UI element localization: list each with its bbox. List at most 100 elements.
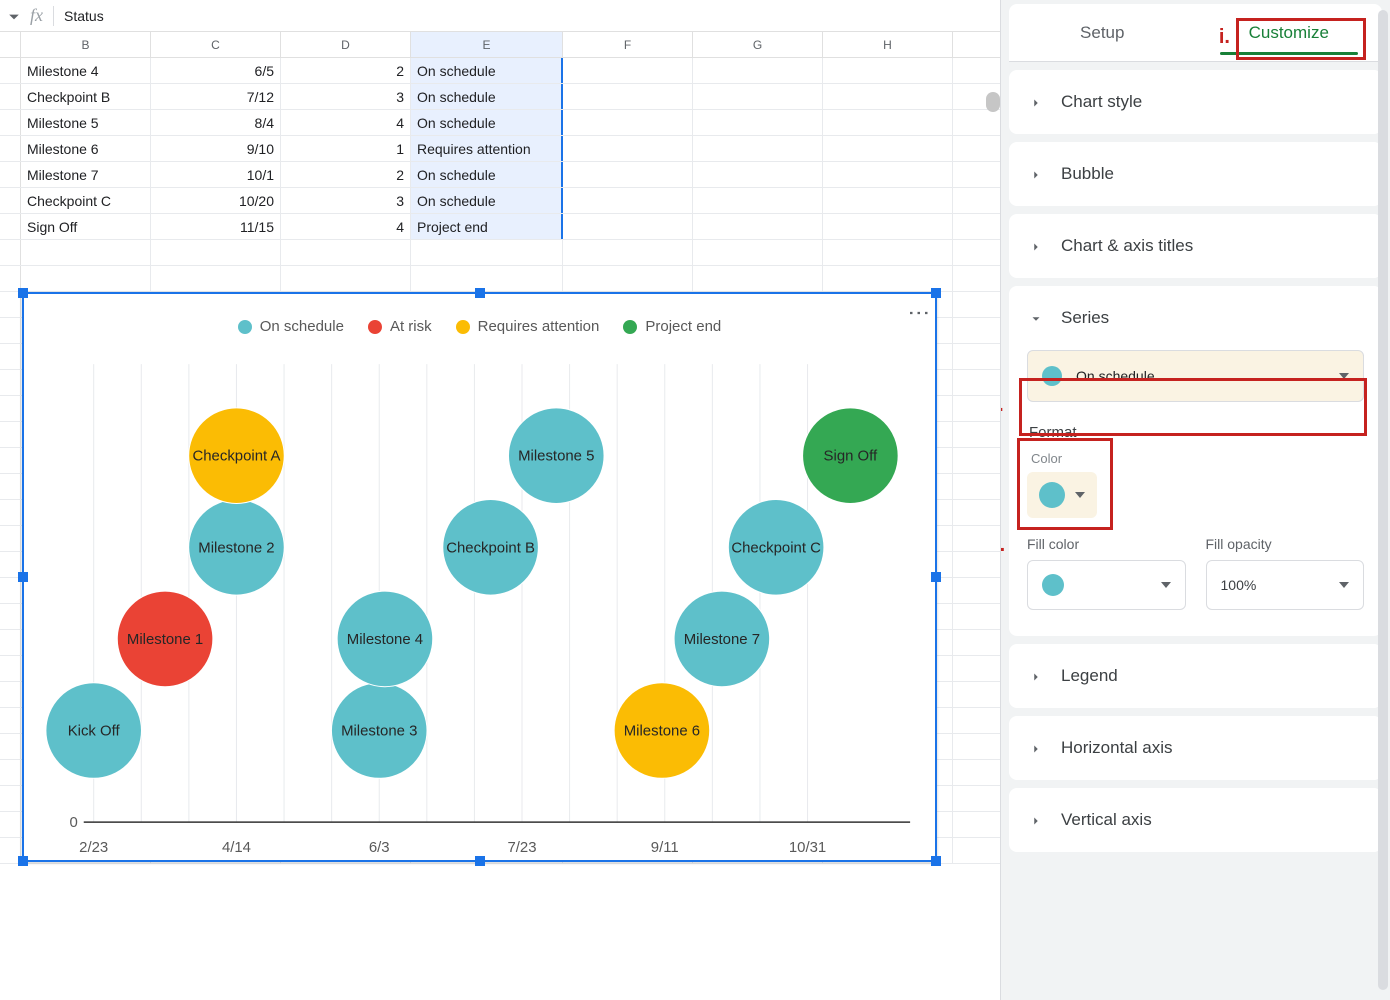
- column-header[interactable]: [0, 32, 21, 57]
- cell[interactable]: [693, 162, 823, 187]
- cell[interactable]: [0, 422, 21, 447]
- resize-handle[interactable]: [18, 288, 28, 298]
- cell[interactable]: Sign Off: [21, 214, 151, 239]
- cell[interactable]: [563, 266, 693, 291]
- column-header[interactable]: B: [21, 32, 151, 57]
- cell[interactable]: [953, 58, 1000, 83]
- cell[interactable]: [953, 708, 1000, 733]
- cell[interactable]: [0, 214, 21, 239]
- table-row[interactable]: Milestone 69/101Requires attention: [0, 136, 1000, 162]
- table-row[interactable]: [0, 266, 1000, 292]
- cell[interactable]: [0, 786, 21, 811]
- cell[interactable]: [953, 292, 1000, 317]
- cell[interactable]: [953, 162, 1000, 187]
- name-box-dropdown-icon[interactable]: [8, 10, 20, 22]
- cell[interactable]: [693, 136, 823, 161]
- spreadsheet-grid[interactable]: BCDEFGH Milestone 46/52On scheduleCheckp…: [0, 32, 1000, 1000]
- series-color-picker[interactable]: [1027, 472, 1097, 518]
- cell[interactable]: 4: [281, 214, 411, 239]
- cell[interactable]: [953, 448, 1000, 473]
- cell[interactable]: [693, 188, 823, 213]
- resize-handle[interactable]: [931, 288, 941, 298]
- formula-input[interactable]: Status: [64, 8, 104, 24]
- fill-color-dropdown[interactable]: [1027, 560, 1186, 610]
- table-row[interactable]: Sign Off11/154Project end: [0, 214, 1000, 240]
- section-bubble[interactable]: Bubble: [1009, 142, 1382, 206]
- cell[interactable]: Milestone 7: [21, 162, 151, 187]
- cell[interactable]: [953, 214, 1000, 239]
- cell[interactable]: On schedule: [411, 58, 563, 83]
- cell[interactable]: [563, 58, 693, 83]
- cell[interactable]: [563, 84, 693, 109]
- cell[interactable]: [0, 682, 21, 707]
- legend-item[interactable]: Requires attention: [456, 318, 600, 335]
- column-header[interactable]: E: [411, 32, 563, 57]
- cell[interactable]: 6/5: [151, 58, 281, 83]
- cell[interactable]: Checkpoint B: [21, 84, 151, 109]
- cell[interactable]: [953, 240, 1000, 265]
- cell[interactable]: [151, 266, 281, 291]
- cell[interactable]: On schedule: [411, 162, 563, 187]
- cell[interactable]: [0, 656, 21, 681]
- cell[interactable]: [823, 84, 953, 109]
- cell[interactable]: [563, 110, 693, 135]
- legend-item[interactable]: On schedule: [238, 318, 344, 335]
- cell[interactable]: [953, 786, 1000, 811]
- cell[interactable]: Requires attention: [411, 136, 563, 161]
- cell[interactable]: [953, 526, 1000, 551]
- cell[interactable]: [563, 136, 693, 161]
- cell[interactable]: [0, 526, 21, 551]
- cell[interactable]: [953, 838, 1000, 863]
- cell[interactable]: 8/4: [151, 110, 281, 135]
- table-row[interactable]: Milestone 710/12On schedule: [0, 162, 1000, 188]
- table-row[interactable]: Milestone 46/52On schedule: [0, 58, 1000, 84]
- cell[interactable]: [953, 110, 1000, 135]
- section-legend[interactable]: Legend: [1009, 644, 1382, 708]
- cell[interactable]: [823, 162, 953, 187]
- cell[interactable]: [0, 760, 21, 785]
- cell[interactable]: [0, 734, 21, 759]
- cell[interactable]: [0, 110, 21, 135]
- resize-handle[interactable]: [475, 288, 485, 298]
- cell[interactable]: [0, 448, 21, 473]
- cell[interactable]: 11/15: [151, 214, 281, 239]
- legend-item[interactable]: At risk: [368, 318, 432, 335]
- cell[interactable]: [953, 630, 1000, 655]
- section-series-header[interactable]: Series: [1009, 286, 1382, 350]
- cell[interactable]: [0, 188, 21, 213]
- cell[interactable]: [0, 136, 21, 161]
- cell[interactable]: [953, 318, 1000, 343]
- cell[interactable]: [953, 500, 1000, 525]
- cell[interactable]: [21, 266, 151, 291]
- column-header[interactable]: G: [693, 32, 823, 57]
- cell[interactable]: Milestone 4: [21, 58, 151, 83]
- cell[interactable]: [563, 214, 693, 239]
- cell[interactable]: [953, 578, 1000, 603]
- resize-handle[interactable]: [475, 856, 485, 866]
- cell[interactable]: 4: [281, 110, 411, 135]
- fill-opacity-dropdown[interactable]: 100%: [1206, 560, 1365, 610]
- series-selector[interactable]: On schedule: [1027, 350, 1364, 402]
- cell[interactable]: [693, 84, 823, 109]
- resize-handle[interactable]: [18, 856, 28, 866]
- cell[interactable]: [151, 240, 281, 265]
- cell[interactable]: 1: [281, 136, 411, 161]
- cell[interactable]: [0, 344, 21, 369]
- cell[interactable]: [0, 240, 21, 265]
- cell[interactable]: [823, 240, 953, 265]
- cell[interactable]: [953, 396, 1000, 421]
- resize-handle[interactable]: [931, 572, 941, 582]
- cell[interactable]: [953, 266, 1000, 291]
- cell[interactable]: [0, 84, 21, 109]
- cell[interactable]: [21, 240, 151, 265]
- cell[interactable]: [0, 396, 21, 421]
- cell[interactable]: [953, 136, 1000, 161]
- cell[interactable]: [0, 162, 21, 187]
- cell[interactable]: [0, 500, 21, 525]
- cell[interactable]: [281, 266, 411, 291]
- table-row[interactable]: Milestone 58/44On schedule: [0, 110, 1000, 136]
- cell[interactable]: [953, 422, 1000, 447]
- cell[interactable]: [411, 266, 563, 291]
- resize-handle[interactable]: [931, 856, 941, 866]
- cell[interactable]: [953, 812, 1000, 837]
